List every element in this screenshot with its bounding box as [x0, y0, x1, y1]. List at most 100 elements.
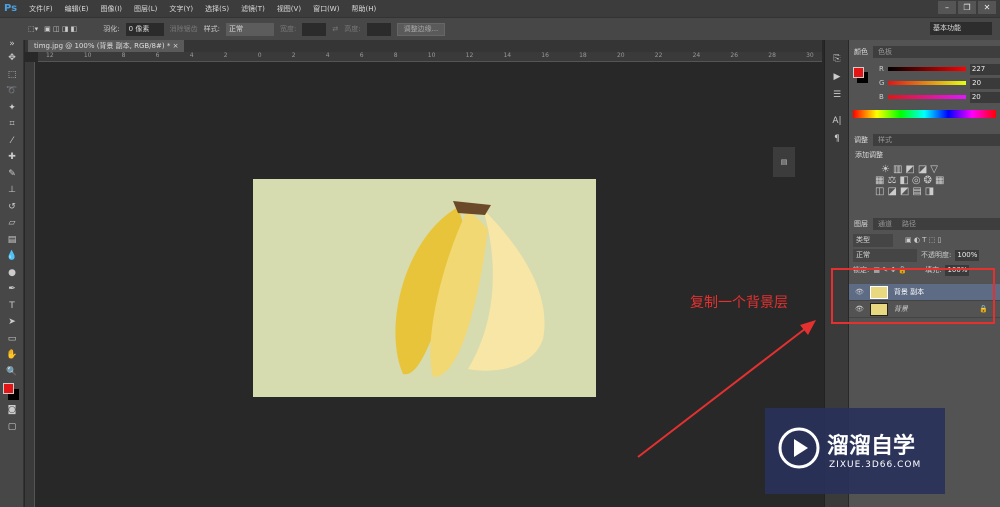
ruler-tick: 10	[427, 52, 436, 59]
menu-edit[interactable]: 编辑(E)	[65, 4, 89, 14]
width-label: 宽度:	[280, 25, 297, 33]
width-input[interactable]	[302, 22, 327, 36]
refine-edge-button[interactable]: 调整边缘...	[396, 22, 446, 36]
crop-tool-icon[interactable]: ⌗	[0, 116, 24, 133]
dodge-icon[interactable]: ●	[0, 265, 24, 282]
ruler-tick: 8	[121, 52, 126, 59]
menu-filter[interactable]: 滤镜(T)	[241, 4, 265, 14]
eyedropper-icon[interactable]: ⁄	[0, 133, 24, 150]
adjust-icons-row3[interactable]: ◫◪◩▤◨	[855, 186, 994, 197]
adjust-icons-row1[interactable]: ☀▥◩◪▽	[855, 164, 994, 175]
brush-tool-icon[interactable]: ✎	[0, 166, 24, 183]
restore-button[interactable]: ❐	[958, 1, 976, 14]
style-label: 样式:	[203, 25, 220, 33]
menu-layer[interactable]: 图层(L)	[134, 4, 157, 14]
adjust-panel-tabs: 调整 样式	[849, 134, 1000, 146]
tab-paths[interactable]: 路径	[897, 218, 921, 230]
close-button[interactable]: ✕	[978, 1, 996, 14]
antialias-checkbox[interactable]: 消除锯齿	[170, 24, 198, 34]
foreground-color[interactable]	[3, 383, 14, 394]
menu-image[interactable]: 图像(I)	[101, 4, 123, 14]
document-tab[interactable]: timg.jpg @ 100% (背景 副本, RGB/8#) * ×	[28, 40, 185, 52]
marquee-tool-icon[interactable]: ⬚	[0, 67, 24, 84]
hand-tool-icon[interactable]: ✋	[0, 347, 24, 364]
menu-window[interactable]: 窗口(W)	[313, 4, 339, 14]
lasso-tool-icon[interactable]: ➰	[0, 83, 24, 100]
ruler-tick: 4	[325, 52, 330, 59]
marquee-tool-icon[interactable]: ⬚▾	[28, 25, 38, 33]
gradient-icon[interactable]: ▤	[0, 232, 24, 249]
filter-select[interactable]: 类型	[853, 233, 893, 247]
g-slider[interactable]	[888, 81, 967, 85]
b-slider[interactable]	[887, 95, 966, 99]
tab-color[interactable]: 颜色	[849, 46, 873, 58]
tab-layers[interactable]: 图层	[849, 218, 873, 230]
ruler-tick: 2	[223, 52, 228, 59]
shape-tool-icon[interactable]: ▭	[0, 331, 24, 348]
type-tool-icon[interactable]: T	[0, 298, 24, 315]
history-brush-icon[interactable]: ↺	[0, 199, 24, 216]
g-value[interactable]: 20	[970, 77, 1000, 89]
path-select-icon[interactable]: ➤	[0, 314, 24, 331]
b-value[interactable]: 20	[969, 91, 1000, 103]
blend-mode-select[interactable]: 正常	[853, 248, 917, 262]
properties-icon[interactable]: ☰	[825, 86, 849, 104]
feather-input[interactable]: 0 像素	[125, 22, 164, 36]
move-tool-icon[interactable]: ✥	[0, 50, 24, 67]
slider-b: B 20	[849, 90, 1000, 104]
workspace-select[interactable]: 基本功能	[930, 22, 992, 35]
ruler-tick: 30	[806, 52, 814, 59]
minimize-button[interactable]: –	[938, 1, 956, 14]
ruler-tick: 8	[393, 52, 398, 59]
menu-file[interactable]: 文件(F)	[29, 4, 53, 14]
clone-stamp-icon[interactable]: ⊥	[0, 182, 24, 199]
floating-panel-icon[interactable]: ▤	[773, 147, 795, 177]
character-icon[interactable]: A|	[825, 112, 849, 130]
tab-swatches[interactable]: 色板	[873, 46, 897, 58]
slider-r: R 227	[849, 62, 1000, 76]
height-input[interactable]	[366, 22, 391, 36]
blur-icon[interactable]: 💧	[0, 248, 24, 265]
pen-tool-icon[interactable]: ✒	[0, 281, 24, 298]
r-value[interactable]: 227	[969, 63, 1000, 75]
tab-channels[interactable]: 通道	[873, 218, 897, 230]
adjust-icons-row2[interactable]: ▦⚖◧◎❂▦	[855, 175, 994, 186]
menu-select[interactable]: 选择(S)	[205, 4, 229, 14]
opacity-input[interactable]: 100%	[955, 249, 980, 261]
collapse-icon[interactable]: »	[0, 40, 24, 50]
annotation-text: 复制一个背景层	[690, 295, 788, 311]
filter-icons[interactable]: ▣ ◐ T ⬚ ▯	[905, 236, 941, 244]
style-select[interactable]: 正常	[226, 22, 274, 36]
options-bar: ⬚▾ ▣ ◫ ◨ ◧ 羽化: 0 像素 消除锯齿 样式: 正常 宽度: ⇄ 高度…	[0, 17, 1000, 40]
magic-wand-icon[interactable]: ✦	[0, 100, 24, 117]
zoom-tool-icon[interactable]: 🔍	[0, 364, 24, 381]
healing-brush-icon[interactable]: ✚	[0, 149, 24, 166]
layers-panel-tabs: 图层 通道 路径	[849, 218, 1000, 230]
adjust-title: 添加调整	[855, 151, 883, 159]
selection-mode-icons[interactable]: ▣ ◫ ◨ ◧	[44, 25, 77, 33]
banana-illustration	[395, 201, 545, 378]
color-swatches[interactable]	[0, 380, 24, 402]
ruler-tick: 2	[291, 52, 296, 59]
r-slider[interactable]	[887, 67, 966, 71]
photoshop-logo: Ps	[4, 3, 18, 14]
paragraph-icon[interactable]: ¶	[825, 130, 849, 148]
tab-adjustments[interactable]: 调整	[849, 134, 873, 146]
tab-styles[interactable]: 样式	[873, 134, 897, 146]
menu-help[interactable]: 帮助(H)	[351, 4, 376, 14]
eraser-icon[interactable]: ▱	[0, 215, 24, 232]
adjustments-panel: 添加调整 ☀▥◩◪▽ ▦⚖◧◎❂▦ ◫◪◩▤◨	[849, 146, 1000, 218]
quick-mask-icon[interactable]: ◙	[0, 402, 24, 419]
foreground-color[interactable]	[853, 67, 864, 78]
color-panel-tabs: 颜色 色板	[849, 46, 1000, 58]
history-icon[interactable]: ⎘	[825, 50, 849, 68]
screen-mode-icon[interactable]: ▢	[0, 419, 24, 436]
ruler-tick: 26	[730, 52, 739, 59]
canvas-image-bananas[interactable]	[253, 179, 596, 397]
swap-icon[interactable]: ⇄	[332, 25, 338, 33]
menu-type[interactable]: 文字(Y)	[169, 4, 193, 14]
actions-icon[interactable]: ▶	[825, 68, 849, 86]
menu-view[interactable]: 视图(V)	[277, 4, 301, 14]
close-tab-icon[interactable]: ×	[173, 42, 179, 50]
color-spectrum[interactable]	[853, 110, 996, 118]
